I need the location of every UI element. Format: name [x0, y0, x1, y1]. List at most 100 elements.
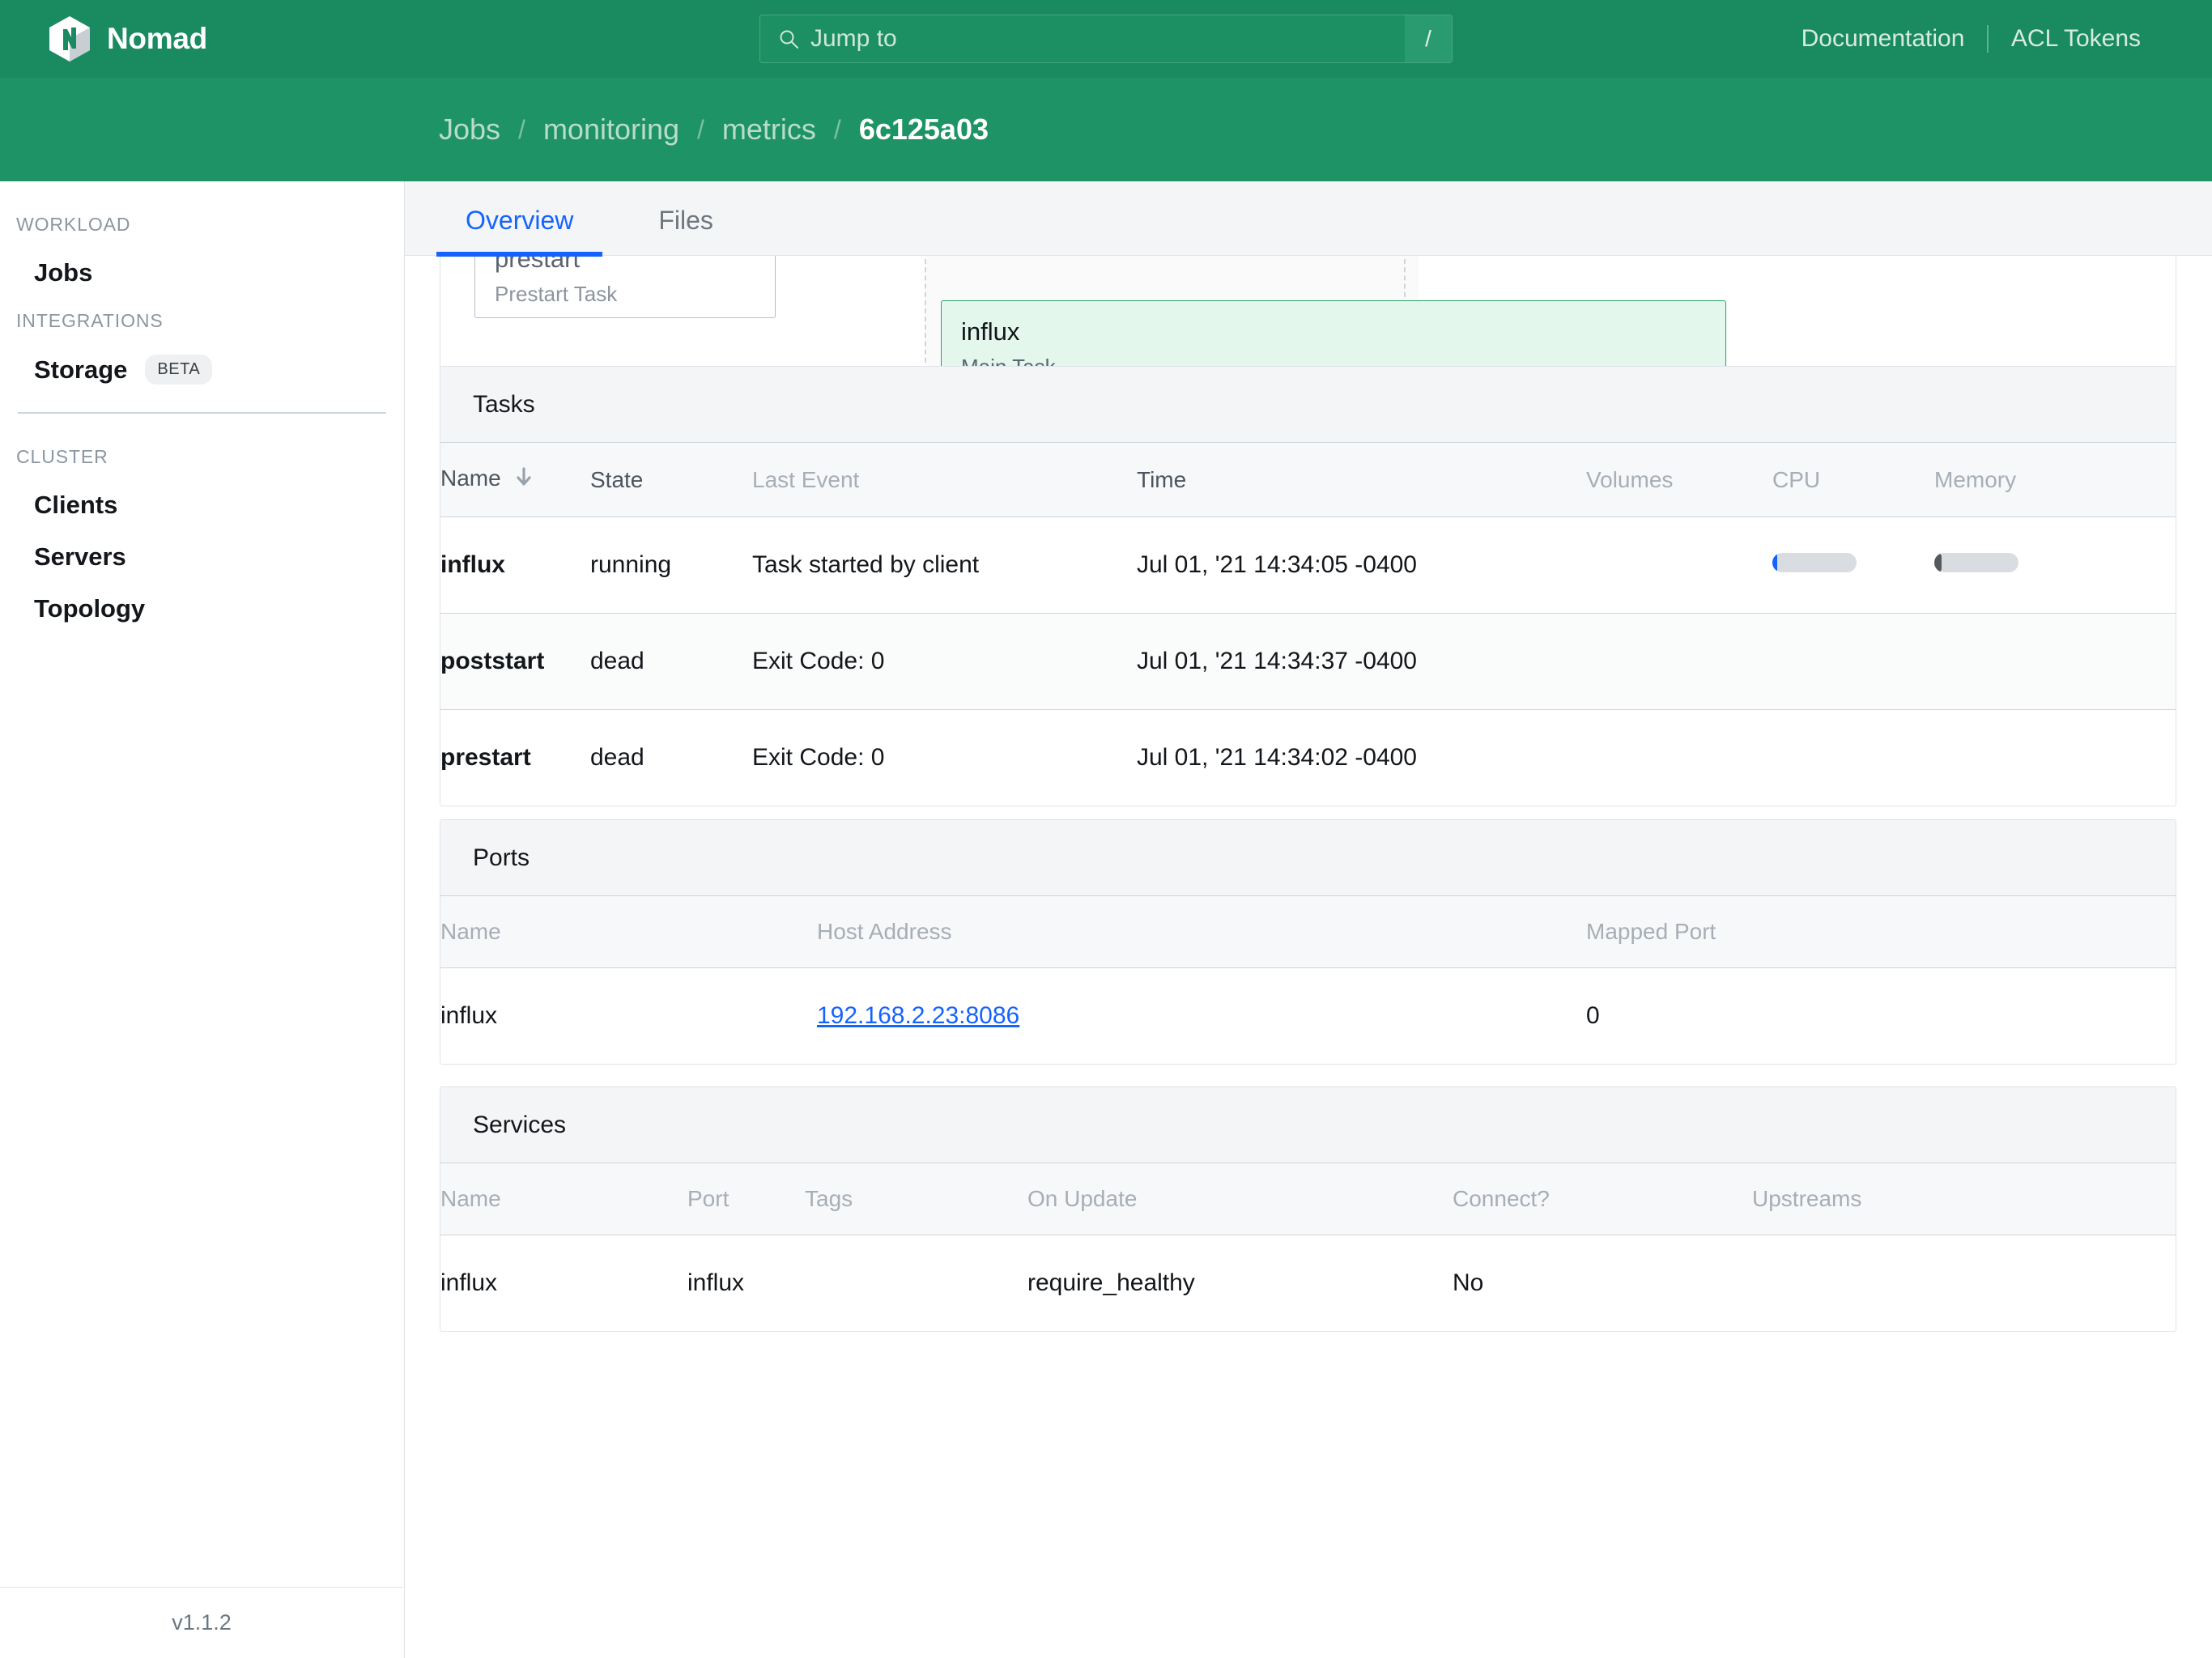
tasks-panel: Tasks Name State Last Event Time Volumes…: [440, 366, 2176, 806]
beta-badge: BETA: [145, 355, 213, 385]
services-column-upstreams: Upstreams: [1752, 1163, 2176, 1235]
search-shortcut-badge: /: [1405, 15, 1452, 62]
task-memory-cell: [1934, 710, 2176, 806]
breadcrumb-item-monitoring[interactable]: monitoring: [542, 113, 681, 147]
task-state-cell: running: [590, 517, 752, 614]
task-volumes-cell: [1586, 710, 1772, 806]
sidebar-divider: [18, 412, 386, 414]
breadcrumb: Jobs / monitoring / metrics / 6c125a03: [437, 113, 990, 147]
task-time-cell: Jul 01, '21 14:34:02 -0400: [1137, 744, 1417, 771]
brand-home-link[interactable]: Nomad: [49, 15, 207, 62]
top-right-links: Documentation ACL Tokens: [1779, 0, 2163, 78]
task-last-event-cell: Exit Code: 0: [752, 613, 1137, 710]
task-name-cell: poststart: [440, 613, 590, 710]
sidebar-item-label: Jobs: [34, 258, 93, 287]
breadcrumb-separator: /: [833, 114, 841, 144]
service-port-cell: influx: [687, 1269, 745, 1296]
ports-panel-title: Ports: [440, 820, 2176, 896]
jump-to-search-box[interactable]: Jump to /: [759, 15, 1453, 63]
ports-column-mapped-port: Mapped Port: [1586, 896, 2176, 968]
sidebar-section-workload: WORKLOAD: [16, 214, 131, 235]
sidebar-item-servers[interactable]: Servers: [34, 542, 404, 572]
ports-table: Name Host Address Mapped Port influx 192…: [440, 896, 2176, 1064]
breadcrumb-separator: /: [518, 114, 525, 144]
sidebar-version-footer: v1.1.2: [0, 1587, 403, 1658]
breadcrumb-item-jobs[interactable]: Jobs: [437, 113, 502, 147]
sidebar-item-label: Clients: [34, 490, 118, 519]
service-connect-cell: No: [1453, 1269, 1484, 1296]
task-name-cell: prestart: [440, 744, 531, 771]
host-address-link[interactable]: 192.168.2.23:8086: [817, 1002, 1019, 1029]
port-host-address-cell: 192.168.2.23:8086: [817, 968, 1586, 1065]
sidebar-item-label: Storage: [34, 355, 128, 384]
task-memory-cell: [1934, 613, 2176, 710]
tasks-column-time[interactable]: Time: [1137, 443, 1586, 517]
services-column-port: Port: [687, 1163, 805, 1235]
task-last-event-cell: Exit Code: 0: [752, 744, 885, 771]
sidebar-item-jobs[interactable]: Jobs: [34, 258, 404, 287]
sort-descending-icon: [515, 467, 533, 494]
tab-overview[interactable]: Overview: [436, 206, 603, 257]
services-column-name: Name: [440, 1163, 687, 1235]
services-column-on-update: On Update: [1027, 1163, 1453, 1235]
table-row[interactable]: prestart dead Exit Code: 0 Jul 01, '21 1…: [440, 710, 2176, 806]
breadcrumb-item-metrics[interactable]: metrics: [721, 113, 818, 147]
task-name-cell: influx: [440, 517, 590, 614]
tasks-table-header-row: Name State Last Event Time Volumes CPU M…: [440, 443, 2176, 517]
ports-panel: Ports Name Host Address Mapped Port infl…: [440, 819, 2176, 1065]
search-icon: [778, 28, 799, 49]
tab-files[interactable]: Files: [658, 206, 713, 255]
tasks-column-cpu: CPU: [1772, 443, 1934, 517]
services-panel: Services Name Port Tags On Update Connec…: [440, 1086, 2176, 1332]
services-column-connect: Connect?: [1453, 1163, 1752, 1235]
task-volumes-cell: [1586, 613, 1772, 710]
table-row[interactable]: poststart dead Exit Code: 0 Jul 01, '21 …: [440, 613, 2176, 710]
port-mapped-port-cell: 0: [1586, 1002, 1600, 1029]
tasks-panel-title: Tasks: [440, 367, 2176, 443]
ports-column-host-address: Host Address: [817, 896, 1586, 968]
service-tags-cell: [805, 1235, 1027, 1332]
top-navigation-bar: Nomad Jump to / Documentation ACL Tokens: [0, 0, 2212, 78]
task-time-cell: Jul 01, '21 14:34:37 -0400: [1137, 613, 1586, 710]
search-placeholder-label: Jump to: [810, 25, 897, 52]
tasks-column-state[interactable]: State: [590, 443, 752, 517]
tasks-table: Name State Last Event Time Volumes CPU M…: [440, 443, 2176, 806]
service-on-update-cell: require_healthy: [1027, 1269, 1195, 1296]
ports-table-header-row: Name Host Address Mapped Port: [440, 896, 2176, 968]
brand-name-label: Nomad: [107, 22, 207, 55]
services-table-header-row: Name Port Tags On Update Connect? Upstre…: [440, 1163, 2176, 1235]
version-label: v1.1.2: [172, 1610, 232, 1635]
cpu-meter: [1772, 553, 1857, 572]
ports-column-name: Name: [440, 896, 817, 968]
documentation-link[interactable]: Documentation: [1779, 25, 1988, 53]
sidebar-section-cluster: CLUSTER: [16, 445, 108, 467]
tasks-column-name-label: Name: [440, 466, 501, 491]
sidebar-item-label: Servers: [34, 542, 126, 571]
task-state-cell: dead: [590, 613, 752, 710]
tasks-column-name[interactable]: Name: [440, 443, 590, 517]
services-column-tags: Tags: [805, 1163, 1027, 1235]
task-time-cell: Jul 01, '21 14:34:05 -0400: [1137, 517, 1586, 614]
lifecycle-task-subtitle: Prestart Task: [495, 282, 618, 306]
lifecycle-task-name: influx: [961, 317, 1020, 346]
services-panel-title: Services: [440, 1087, 2176, 1163]
task-cpu-cell: [1772, 613, 1934, 710]
acl-tokens-link[interactable]: ACL Tokens: [1989, 25, 2163, 53]
sidebar-item-label: Topology: [34, 593, 146, 623]
tasks-column-volumes: Volumes: [1586, 443, 1772, 517]
breadcrumb-item-allocation: 6c125a03: [858, 113, 989, 146]
breadcrumb-bar: Jobs / monitoring / metrics / 6c125a03: [0, 78, 2212, 181]
task-volumes-cell: [1586, 517, 1772, 614]
service-upstreams-cell: [1752, 1235, 2176, 1332]
sidebar-section-integrations: INTEGRATIONS: [16, 310, 164, 331]
task-cpu-cell: [1772, 517, 1934, 614]
sidebar-item-storage[interactable]: Storage BETA: [34, 355, 404, 385]
table-row[interactable]: influx running Task started by client Ju…: [440, 517, 2176, 614]
table-row: influx influx require_healthy No: [440, 1235, 2176, 1332]
tasks-column-last-event[interactable]: Last Event: [752, 443, 1137, 517]
main-content: Prestart Main Poststart Poststop prestar…: [405, 181, 2212, 1658]
services-table: Name Port Tags On Update Connect? Upstre…: [440, 1163, 2176, 1331]
sidebar-item-topology[interactable]: Topology: [34, 594, 404, 623]
sidebar-item-clients[interactable]: Clients: [34, 491, 404, 520]
task-last-event-cell: Task started by client: [752, 517, 1137, 614]
